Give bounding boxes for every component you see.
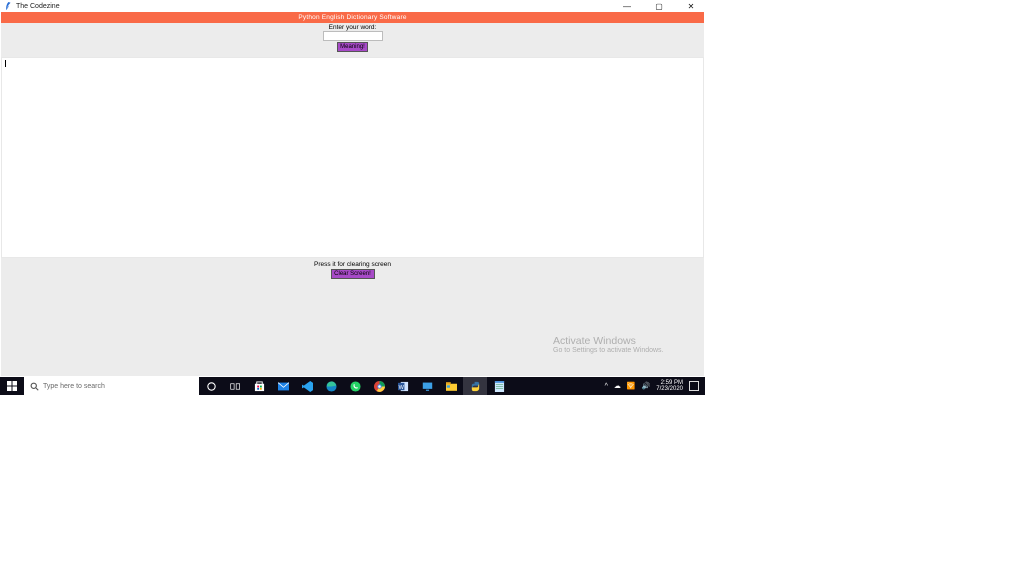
watermark-line1: Activate Windows (553, 335, 703, 347)
minimize-button[interactable]: — (618, 2, 636, 11)
speaker-icon[interactable]: 🔊 (642, 382, 651, 390)
feather-icon (5, 2, 12, 11)
start-icon (7, 381, 17, 391)
start-button[interactable] (0, 377, 24, 395)
word-icon[interactable]: W (391, 377, 415, 395)
clear-label: Press it for clearing screen (314, 261, 391, 268)
taskbar-clock[interactable]: 2:59 PM 7/23/2020 (656, 380, 683, 393)
vscode-icon[interactable] (295, 377, 319, 395)
app-header: Python English Dictionary Software (1, 12, 704, 23)
store-icon[interactable] (247, 377, 271, 395)
text-caret (5, 60, 6, 67)
enter-word-label: Enter your word: (329, 24, 377, 31)
edge-icon[interactable] (319, 377, 343, 395)
meaning-button[interactable]: Meaning! (337, 42, 368, 52)
clear-button[interactable]: Clear Screen! (331, 269, 375, 279)
titlebar: The Codezine — ▢ ✕ (1, 1, 704, 12)
title-left: The Codezine (5, 2, 60, 11)
app-header-label: Python English Dictionary Software (298, 14, 406, 21)
python-icon[interactable] (463, 377, 487, 395)
search-icon (30, 382, 39, 391)
window-buttons: — ▢ ✕ (618, 2, 700, 11)
taskview-icon[interactable] (223, 377, 247, 395)
explorer-icon[interactable] (439, 377, 463, 395)
system-tray: ^ ☁ 🛜 🔊 2:59 PM 7/23/2020 (605, 377, 705, 395)
word-input[interactable] (323, 31, 383, 41)
activate-windows-watermark: Activate Windows Go to Settings to activ… (553, 335, 703, 355)
svg-text:W: W (398, 384, 404, 390)
wifi-icon[interactable]: 🛜 (627, 382, 636, 390)
whatsapp-icon[interactable] (343, 377, 367, 395)
cortana-icon[interactable] (199, 377, 223, 395)
monitor-icon[interactable] (415, 377, 439, 395)
output-textarea[interactable] (1, 57, 704, 258)
taskbar-search[interactable]: Type here to search (24, 377, 199, 395)
action-center-icon[interactable] (689, 381, 699, 391)
window-title: The Codezine (16, 3, 60, 10)
taskbar: Type here to search W (0, 377, 705, 395)
clock-date: 7/23/2020 (656, 386, 683, 392)
notepad-icon[interactable] (487, 377, 511, 395)
clear-button-label: Clear Screen! (334, 271, 371, 277)
close-button[interactable]: ✕ (682, 2, 700, 11)
tray-chevron-icon[interactable]: ^ (605, 383, 608, 390)
meaning-button-label: Meaning! (340, 44, 365, 50)
clear-panel: Press it for clearing screen Clear Scree… (1, 258, 704, 376)
mail-icon[interactable] (271, 377, 295, 395)
onedrive-icon[interactable]: ☁ (614, 382, 621, 390)
watermark-line2: Go to Settings to activate Windows. (553, 347, 703, 355)
maximize-button[interactable]: ▢ (650, 2, 668, 11)
search-placeholder: Type here to search (43, 383, 105, 390)
chrome-icon[interactable] (367, 377, 391, 395)
input-panel: Enter your word: Meaning! (1, 23, 704, 57)
